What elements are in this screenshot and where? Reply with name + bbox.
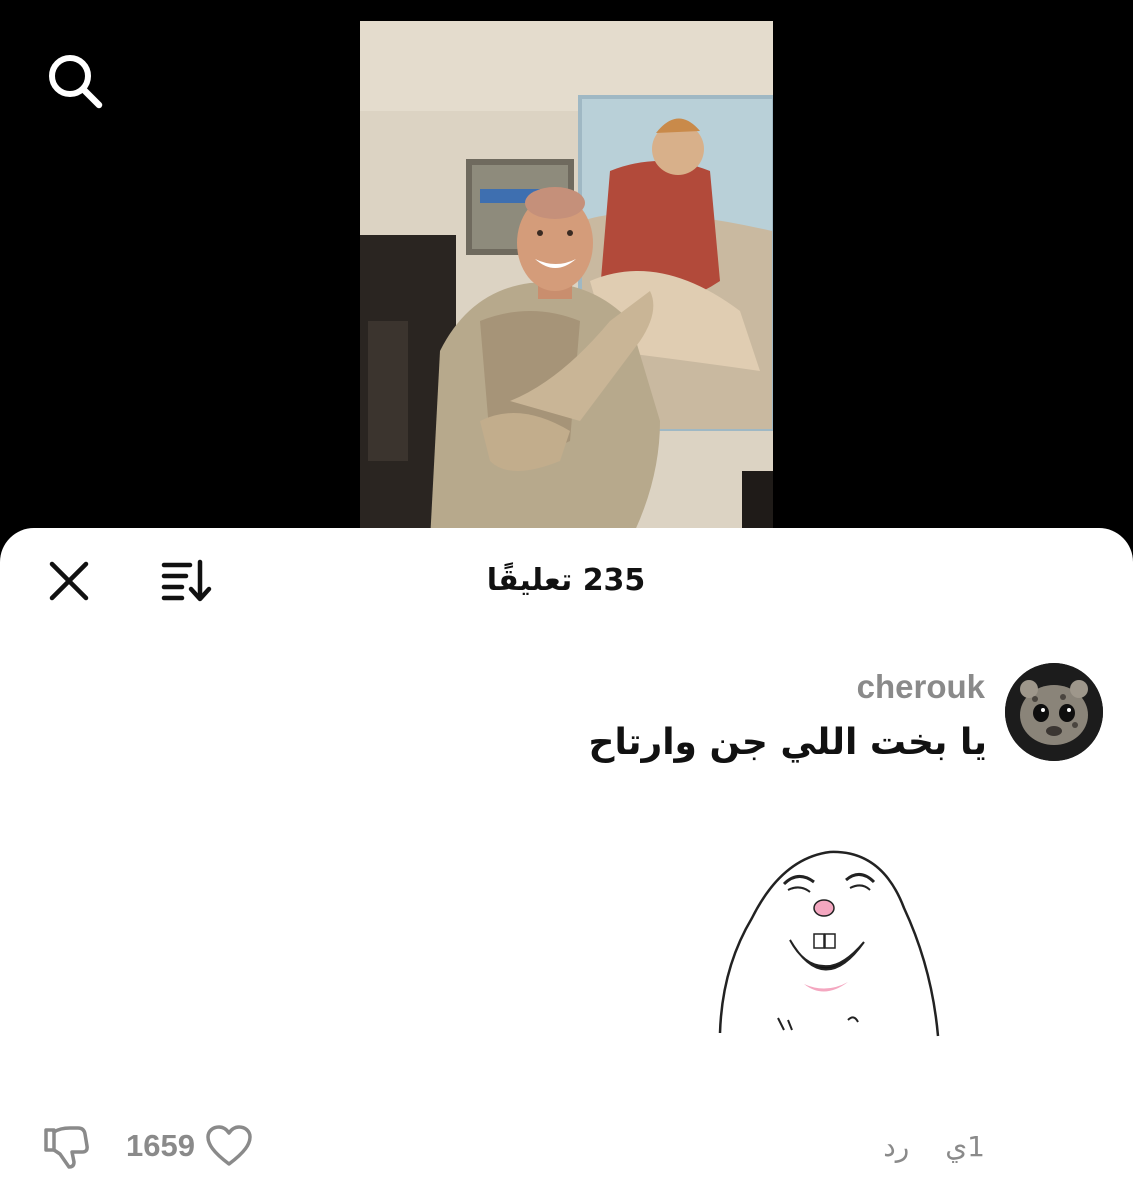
close-button[interactable] xyxy=(48,560,90,602)
avatar[interactable] xyxy=(1005,663,1103,761)
comments-sheet xyxy=(0,528,1133,1200)
avatar-image xyxy=(1005,663,1103,761)
video-player[interactable] xyxy=(0,0,1133,560)
video-frame[interactable] xyxy=(360,21,773,541)
like-button[interactable]: 1659 xyxy=(126,1124,253,1168)
comment-time: 1ي xyxy=(945,1130,985,1163)
comment-meta: 1ي رد xyxy=(883,1130,985,1163)
close-icon xyxy=(49,561,89,601)
heart-icon xyxy=(206,1125,252,1166)
comments-count-title: 235 تعليقًا xyxy=(486,563,646,598)
comment-username[interactable]: cherouk xyxy=(857,668,985,706)
reply-button[interactable]: رد xyxy=(883,1130,909,1163)
dislike-button[interactable] xyxy=(40,1124,90,1170)
like-count: 1659 xyxy=(126,1128,195,1163)
sort-button[interactable] xyxy=(160,558,212,604)
video-still xyxy=(360,21,773,541)
thumbs-down-icon xyxy=(44,1126,89,1169)
sort-icon xyxy=(161,559,212,602)
laughing-rabbit-sticker xyxy=(712,848,944,1044)
search-icon xyxy=(49,55,103,109)
search-button[interactable] xyxy=(44,50,106,112)
comment-text: يا بخت اللي جن وارتاح xyxy=(588,722,987,763)
